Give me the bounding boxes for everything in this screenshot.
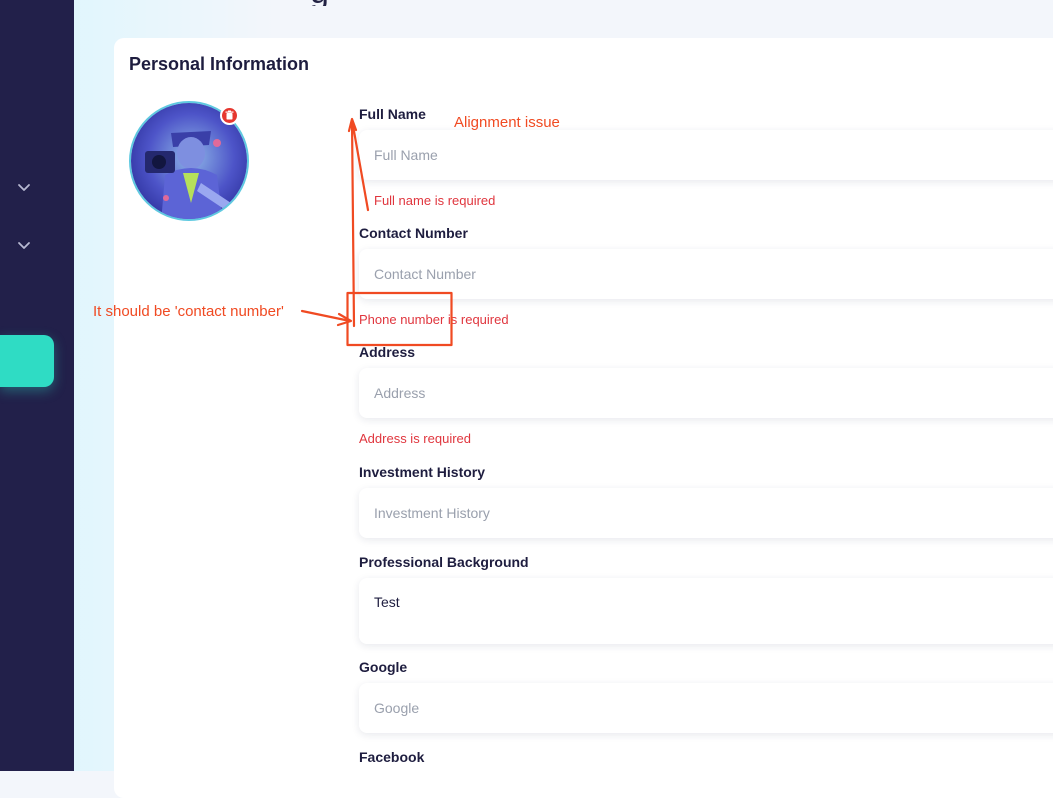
facebook-label: Facebook <box>359 749 425 765</box>
address-label: Address <box>359 344 416 360</box>
page-title: g <box>310 0 346 6</box>
delete-avatar-button[interactable] <box>220 106 239 125</box>
annotation-contact-number: It should be 'contact number' <box>93 303 284 320</box>
professional-background-label: Professional Background <box>359 554 529 570</box>
investment-history-label: Investment History <box>359 464 486 480</box>
chevron-down-icon[interactable] <box>16 179 32 195</box>
annotation-alignment-issue: Alignment issue <box>454 114 560 131</box>
trash-icon <box>225 110 234 120</box>
contact-number-input[interactable]: Contact Number <box>359 249 1053 299</box>
contact-number-label: Contact Number <box>359 225 468 241</box>
card-title: Personal Information <box>129 54 310 74</box>
investment-history-input[interactable]: Investment History <box>359 488 1053 538</box>
address-input[interactable]: Address <box>359 368 1053 418</box>
full-name-label: Full Name <box>359 106 426 122</box>
chevron-down-icon[interactable] <box>16 237 32 253</box>
full-name-input[interactable]: Full Name <box>359 130 1053 180</box>
professional-background-textarea[interactable]: Test <box>359 578 1053 644</box>
sidebar <box>0 0 74 771</box>
google-input[interactable]: Google <box>359 683 1053 733</box>
full-name-error: Full name is required <box>374 193 496 208</box>
sidebar-item-active[interactable] <box>0 335 54 387</box>
google-label: Google <box>359 659 408 675</box>
contact-number-error: Phone number is required <box>359 312 509 327</box>
address-error: Address is required <box>359 431 471 446</box>
